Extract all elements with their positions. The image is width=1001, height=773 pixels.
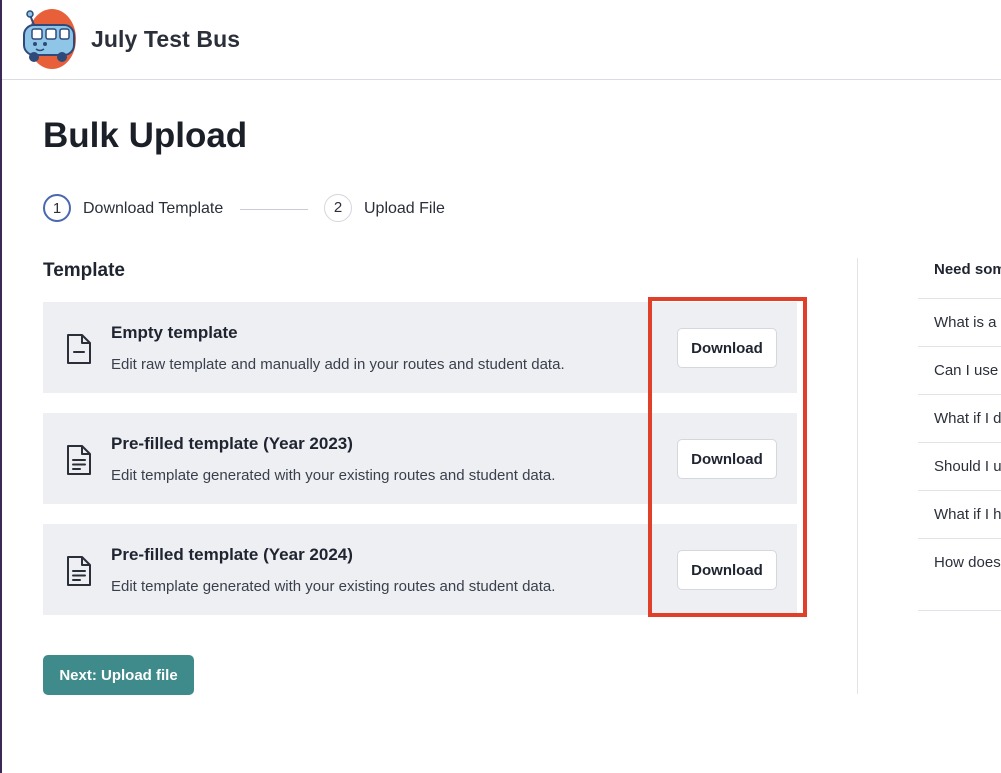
card-title: Pre-filled template (Year 2023) — [111, 434, 353, 453]
faq-item[interactable]: What if I d — [918, 395, 1001, 443]
page-title: Bulk Upload — [43, 116, 248, 155]
faq-item[interactable]: What if I h — [918, 491, 1001, 539]
faq-item-label: Should I u — [934, 458, 1001, 475]
template-card-2023: Pre-filled template (Year 2023) Edit tem… — [43, 413, 797, 504]
faq-heading: Need som — [934, 261, 1001, 278]
stepper: 1 Download Template 2 Upload File — [43, 194, 463, 226]
card-description: Edit template generated with your existi… — [111, 467, 556, 484]
app-title: July Test Bus — [91, 26, 241, 52]
app-window: July Test Bus Bulk Upload 1 Download Tem… — [0, 0, 1001, 773]
template-card-2024: Pre-filled template (Year 2024) Edit tem… — [43, 524, 797, 615]
faq-item-label: What if I d — [934, 410, 1001, 427]
faq-item-label: Can I use — [934, 362, 999, 379]
faq-item[interactable]: Can I use — [918, 347, 1001, 395]
faq-item[interactable]: Should I u — [918, 443, 1001, 491]
step-2-indicator: 2 — [324, 194, 352, 222]
top-bar: July Test Bus — [2, 0, 1001, 80]
card-title: Pre-filled template (Year 2024) — [111, 545, 353, 564]
template-card-empty: Empty template Edit raw template and man… — [43, 302, 797, 393]
filled-document-icon — [67, 445, 91, 475]
download-2023-template-button[interactable]: Download — [677, 439, 777, 479]
card-title: Empty template — [111, 323, 238, 342]
card-description: Edit raw template and manually add in yo… — [111, 356, 565, 373]
step-1-indicator: 1 — [43, 194, 71, 222]
filled-document-icon — [67, 556, 91, 586]
card-description: Edit template generated with your existi… — [111, 578, 556, 595]
download-2024-template-button[interactable]: Download — [677, 550, 777, 590]
template-section-title: Template — [43, 260, 126, 281]
faq-item-label: How does data in the — [934, 554, 1001, 571]
bus-mascot-icon — [23, 9, 76, 69]
faq-item-label: What is a — [934, 314, 997, 331]
column-divider — [857, 258, 858, 694]
faq-item[interactable]: What is a — [918, 299, 1001, 347]
download-empty-template-button[interactable]: Download — [677, 328, 777, 368]
step-connector — [240, 209, 308, 210]
next-upload-file-button[interactable]: Next: Upload file — [43, 655, 194, 695]
faq-list: What is a Can I use What if I d Should I… — [918, 298, 1001, 611]
step-1-label: Download Template — [83, 200, 224, 217]
step-2-label: Upload File — [364, 200, 445, 217]
faq-item[interactable]: How does data in the — [918, 539, 1001, 611]
empty-document-icon — [67, 334, 91, 364]
faq-item-label: What if I h — [934, 506, 1001, 523]
